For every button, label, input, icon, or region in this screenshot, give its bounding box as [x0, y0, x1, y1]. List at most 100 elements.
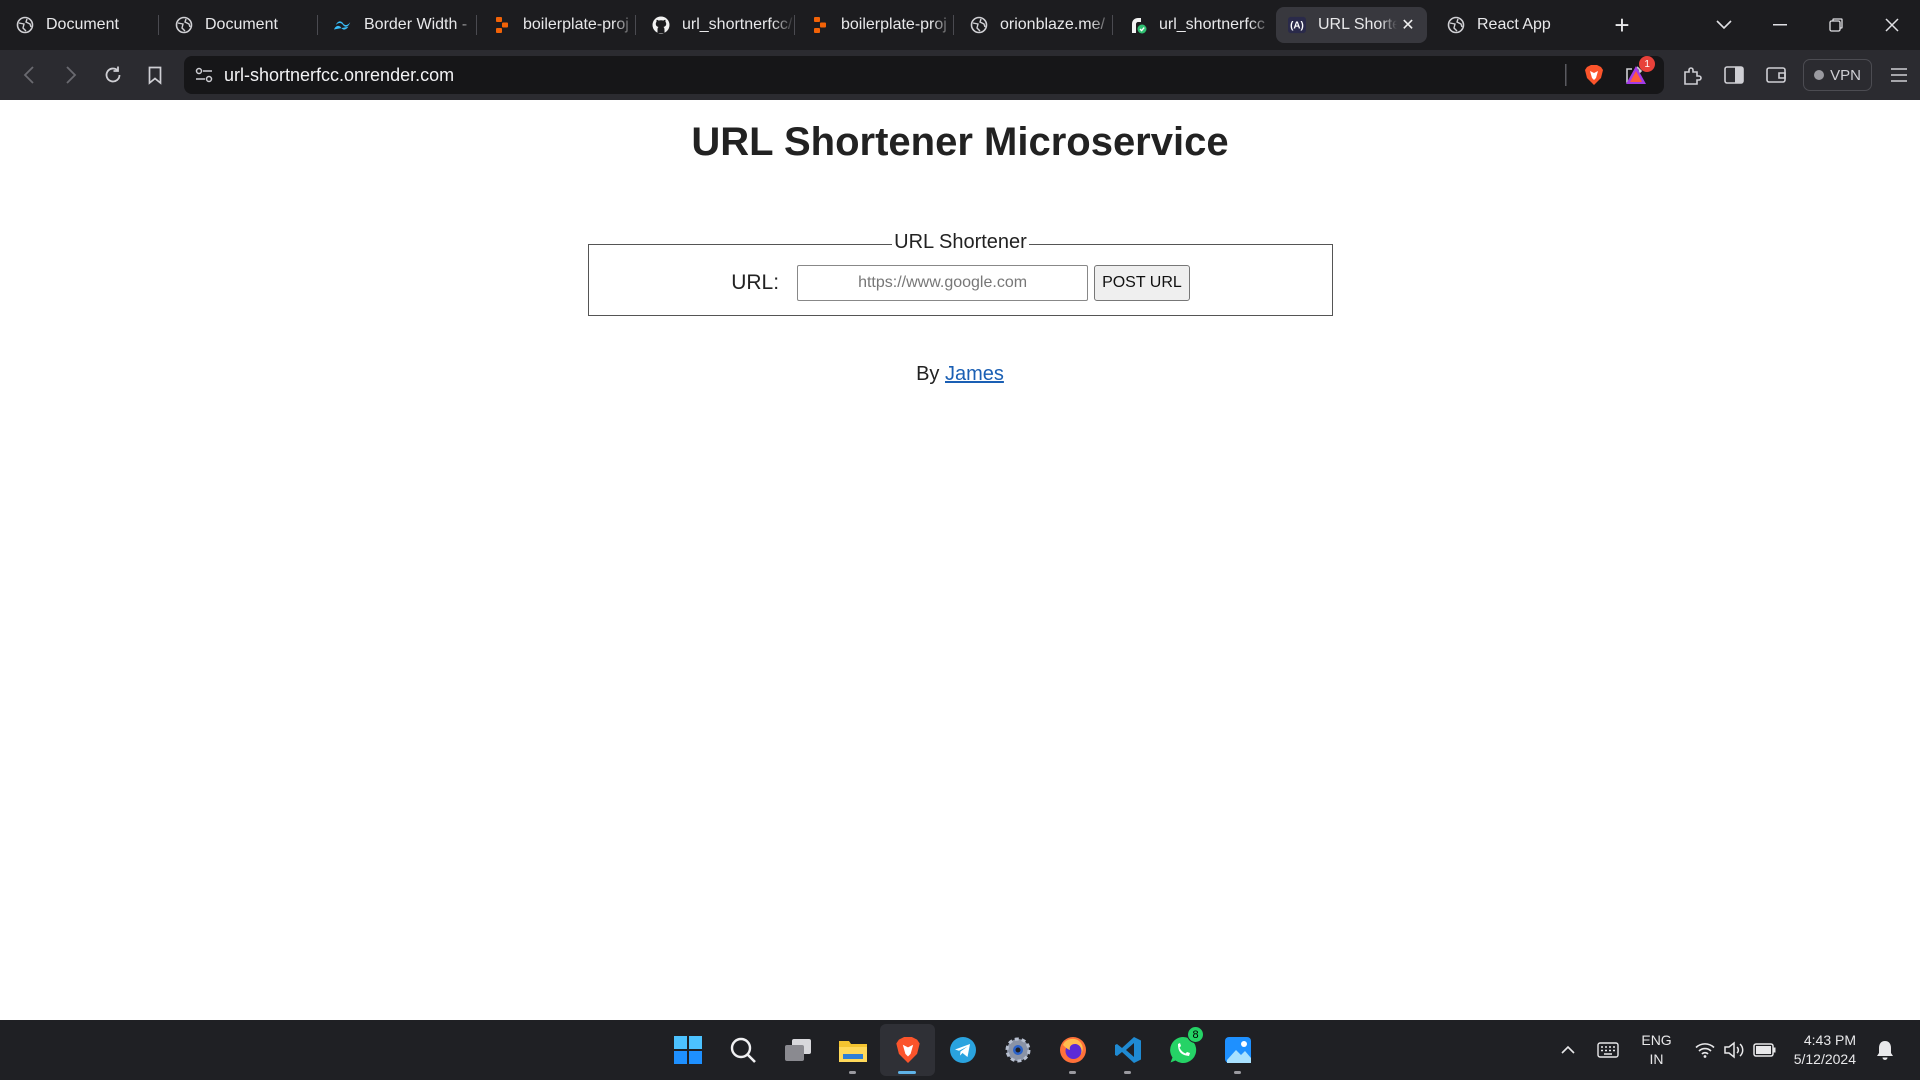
tab-boilerplate-1[interactable]: boilerplate-proj — [477, 7, 636, 43]
tab-render-dashboard[interactable]: url_shortnerfcc — [1113, 7, 1272, 43]
fieldset-legend: URL Shortener — [589, 231, 1332, 254]
back-icon[interactable] — [8, 54, 50, 96]
whatsapp-badge: 8 — [1187, 1026, 1204, 1043]
wifi-icon[interactable] — [1690, 1042, 1720, 1058]
tab-title: url_shortnerfcc — [1159, 16, 1265, 33]
address-bar[interactable]: url-shortnerfcc.onrender.com — [184, 56, 1664, 94]
region-code: IN — [1649, 1051, 1664, 1067]
touch-keyboard-icon[interactable] — [1593, 1042, 1623, 1058]
vpn-button[interactable]: VPN — [1803, 59, 1872, 91]
site-settings-icon[interactable] — [184, 67, 224, 83]
tab-title: Border Width - — [364, 16, 468, 33]
url-shortener-fieldset: URL Shortener URL: POST URL — [588, 231, 1333, 316]
globe-icon — [970, 16, 988, 34]
address-text[interactable]: url-shortnerfcc.onrender.com — [224, 65, 454, 86]
by-text: By — [916, 363, 940, 385]
tab-github-repo[interactable]: url_shortnerfcc/ — [636, 7, 795, 43]
globe-icon — [16, 16, 34, 34]
legend-text: URL Shortener — [892, 231, 1029, 253]
tab-title: React App — [1477, 16, 1551, 33]
window-controls — [1696, 0, 1920, 50]
tab-title: Document — [205, 16, 278, 33]
svg-text:(A): (A) — [1290, 21, 1304, 32]
byline: By James — [0, 363, 1920, 386]
replit-icon — [493, 16, 511, 34]
system-tray: ENG IN 4:43 PM 5/12/2024 — [1553, 1020, 1920, 1080]
app-icon: (A) — [1288, 16, 1306, 34]
menu-icon[interactable] — [1878, 54, 1920, 96]
task-view-icon[interactable] — [770, 1024, 825, 1076]
tab-search-chevron-icon[interactable] — [1696, 0, 1752, 50]
url-label: URL: — [731, 271, 780, 294]
language-indicator[interactable]: ENG IN — [1641, 1031, 1671, 1069]
running-indicator — [1234, 1071, 1241, 1074]
globe-icon — [175, 16, 193, 34]
tab-react-app[interactable]: React App — [1431, 7, 1590, 43]
notification-bell-icon[interactable] — [1870, 1040, 1900, 1060]
whatsapp-icon[interactable]: 8 — [1155, 1024, 1210, 1076]
taskbar-apps: 8 — [660, 1024, 1265, 1076]
tab-title: Document — [46, 16, 119, 33]
search-icon[interactable] — [715, 1024, 770, 1076]
tab-title: URL Shorte — [1318, 16, 1397, 33]
toolbar-right-group: 1 VPN — [1559, 50, 1920, 100]
tailwind-icon — [334, 16, 352, 34]
rewards-badge: 1 — [1639, 56, 1656, 72]
windows-taskbar: 8 ENG IN 4:43 PM 5/12/2024 — [0, 1020, 1920, 1080]
active-indicator — [898, 1071, 916, 1074]
tab-document-2[interactable]: Document — [159, 7, 318, 43]
battery-icon[interactable] — [1750, 1043, 1780, 1057]
file-explorer-icon[interactable] — [825, 1024, 880, 1076]
bookmark-icon[interactable] — [134, 54, 176, 96]
close-tab-icon[interactable]: ✕ — [1397, 15, 1419, 35]
clock[interactable]: 4:43 PM 5/12/2024 — [1794, 1031, 1856, 1069]
firefox-icon[interactable] — [1045, 1024, 1100, 1076]
page-title: URL Shortener Microservice — [691, 120, 1229, 164]
restore-icon[interactable] — [1808, 0, 1864, 50]
tab-title: orionblaze.me/ — [1000, 16, 1105, 33]
language-code: ENG — [1641, 1032, 1672, 1048]
globe-icon — [1447, 16, 1465, 34]
vpn-status-dot — [1814, 70, 1825, 80]
render-icon — [1129, 16, 1147, 34]
running-indicator — [849, 1071, 856, 1074]
show-hidden-icons-chevron-icon[interactable] — [1553, 1045, 1583, 1055]
sidebar-toggle-icon[interactable] — [1713, 54, 1755, 96]
author-link[interactable]: James — [945, 363, 1004, 385]
telegram-icon[interactable] — [935, 1024, 990, 1076]
tab-strip: Document Document Border Width - boilerp… — [0, 0, 1920, 50]
url-form: URL: POST URL — [589, 265, 1332, 301]
volume-icon[interactable] — [1720, 1041, 1750, 1059]
tab-border-width[interactable]: Border Width - — [318, 7, 477, 43]
brave-shields-icon[interactable] — [1573, 54, 1615, 96]
reload-icon[interactable] — [92, 54, 134, 96]
date-text: 5/12/2024 — [1793, 1051, 1856, 1067]
close-window-icon[interactable] — [1864, 0, 1920, 50]
tab-title: boilerplate-proj — [523, 16, 629, 33]
settings-gear-icon[interactable] — [990, 1024, 1045, 1076]
photos-app-icon[interactable] — [1210, 1024, 1265, 1076]
start-windows-icon[interactable] — [660, 1024, 715, 1076]
replit-icon — [811, 16, 829, 34]
brave-browser-icon[interactable] — [880, 1024, 935, 1076]
wallet-icon[interactable] — [1755, 54, 1797, 96]
minimize-icon[interactable] — [1752, 0, 1808, 50]
new-tab-plus-icon[interactable]: + — [1602, 7, 1642, 43]
url-input[interactable] — [797, 265, 1089, 301]
tab-document-1[interactable]: Document — [0, 7, 159, 43]
extensions-icon[interactable] — [1671, 54, 1713, 96]
post-url-button[interactable]: POST URL — [1094, 265, 1190, 301]
tab-boilerplate-2[interactable]: boilerplate-proj — [795, 7, 954, 43]
forward-icon[interactable] — [50, 54, 92, 96]
vpn-label: VPN — [1830, 66, 1861, 84]
tab-orionblaze[interactable]: orionblaze.me/ — [954, 7, 1113, 43]
divider — [1657, 54, 1671, 96]
running-indicator — [1069, 1071, 1076, 1074]
brave-rewards-icon[interactable]: 1 — [1615, 54, 1657, 96]
github-icon — [652, 16, 670, 34]
tab-url-shortener[interactable]: (A) URL Shorte ✕ — [1276, 7, 1427, 43]
vscode-icon[interactable] — [1100, 1024, 1155, 1076]
tab-title: url_shortnerfcc/ — [682, 16, 793, 33]
web-page: URL Shortener Microservice URL Shortener… — [0, 100, 1920, 1020]
running-indicator — [1124, 1071, 1131, 1074]
